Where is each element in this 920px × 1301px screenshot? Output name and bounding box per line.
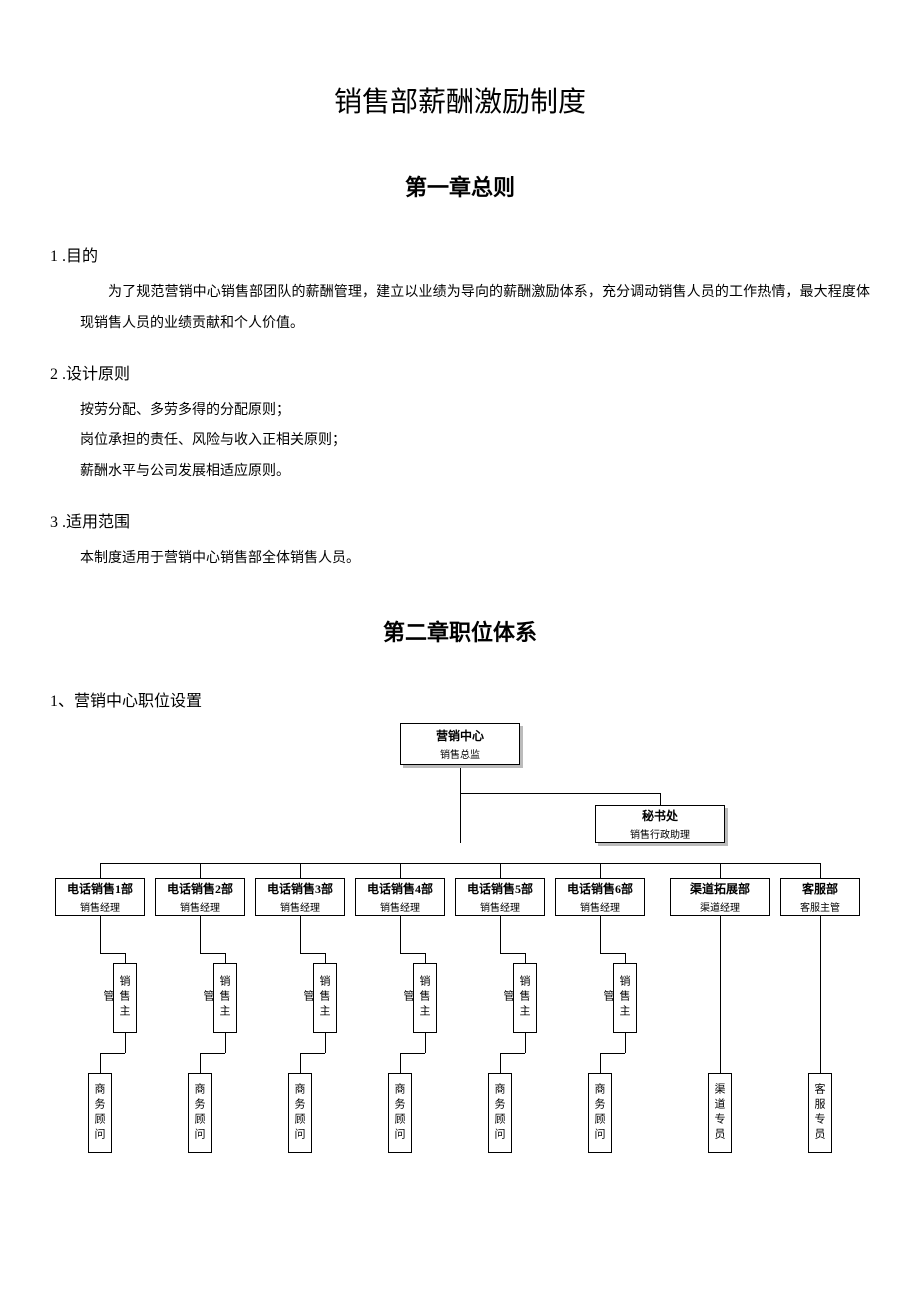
sec2-line2: 岗位承担的责任、风险与收入正相关原则； [80, 426, 870, 457]
sec1-heading: 1 .目的 [50, 242, 870, 266]
sec3-heading: 3 .适用范围 [50, 508, 870, 532]
org-row-box: 渠道拓展部 渠道经理 [670, 878, 770, 916]
org-bottom-box: 商务顾问 [188, 1073, 212, 1153]
org-row-box: 电话销售1部 销售经理 [55, 878, 145, 916]
org-top-box: 营销中心 销售总监 [400, 723, 520, 765]
org-row-sub: 销售经理 [380, 899, 420, 914]
org-row-box: 电话销售4部 销售经理 [355, 878, 445, 916]
sec-positions-heading: 1、营销中心职位设置 [50, 687, 870, 711]
org-bottom-box: 商务顾问 [488, 1073, 512, 1153]
org-bottom-box: 渠道专员 [708, 1073, 732, 1153]
org-secretary-box: 秘书处 销售行政助理 [595, 805, 725, 843]
org-bottom-box: 商务顾问 [288, 1073, 312, 1153]
org-mid-box: 销售主管 [213, 963, 237, 1033]
org-row-title: 客服部 [802, 880, 838, 897]
org-row-sub: 销售经理 [480, 899, 520, 914]
org-row-sub: 销售经理 [180, 899, 220, 914]
org-row-sub: 渠道经理 [700, 899, 740, 914]
org-mid-box: 销售主管 [613, 963, 637, 1033]
org-row-sub: 销售经理 [80, 899, 120, 914]
org-row-sub: 客服主管 [800, 899, 840, 914]
org-row-title: 电话销售2部 [167, 880, 233, 897]
org-row-sub: 销售经理 [580, 899, 620, 914]
org-row-title: 电话销售1部 [67, 880, 133, 897]
org-row-title: 电话销售3部 [267, 880, 333, 897]
org-chart: 营销中心 销售总监 秘书处 销售行政助理 电话销售1部 销售经理 销售主管 商务… [50, 723, 870, 1183]
org-row-box: 电话销售3部 销售经理 [255, 878, 345, 916]
sec2-heading: 2 .设计原则 [50, 360, 870, 384]
org-row-box: 电话销售2部 销售经理 [155, 878, 245, 916]
sec2-line3: 薪酬水平与公司发展相适应原则。 [80, 457, 870, 488]
org-top-sub: 销售总监 [440, 746, 480, 761]
org-bottom-box: 商务顾问 [88, 1073, 112, 1153]
doc-title: 销售部薪酬激励制度 [50, 80, 870, 120]
org-row-title: 电话销售4部 [367, 880, 433, 897]
org-bottom-box: 商务顾问 [588, 1073, 612, 1153]
chapter1-title: 第一章总则 [50, 170, 870, 202]
org-row-box: 客服部 客服主管 [780, 878, 860, 916]
org-row-title: 电话销售6部 [567, 880, 633, 897]
org-bottom-box: 客服专员 [808, 1073, 832, 1153]
org-secretary-sub: 销售行政助理 [630, 826, 690, 841]
org-secretary-title: 秘书处 [642, 807, 678, 824]
org-row-box: 电话销售6部 销售经理 [555, 878, 645, 916]
org-mid-box: 销售主管 [313, 963, 337, 1033]
org-bottom-box: 商务顾问 [388, 1073, 412, 1153]
org-top-title: 营销中心 [436, 727, 484, 744]
org-row-box: 电话销售5部 销售经理 [455, 878, 545, 916]
org-mid-box: 销售主管 [113, 963, 137, 1033]
org-row-sub: 销售经理 [280, 899, 320, 914]
sec1-body: 为了规范营销中心销售部团队的薪酬管理，建立以业绩为导向的薪酬激励体系，充分调动销… [80, 278, 870, 340]
org-row-title: 渠道拓展部 [690, 880, 750, 897]
sec3-body: 本制度适用于营销中心销售部全体销售人员。 [80, 544, 870, 575]
chapter2-title: 第二章职位体系 [50, 615, 870, 647]
org-row-title: 电话销售5部 [467, 880, 533, 897]
org-mid-box: 销售主管 [413, 963, 437, 1033]
sec2-line1: 按劳分配、多劳多得的分配原则； [80, 396, 870, 427]
org-mid-box: 销售主管 [513, 963, 537, 1033]
